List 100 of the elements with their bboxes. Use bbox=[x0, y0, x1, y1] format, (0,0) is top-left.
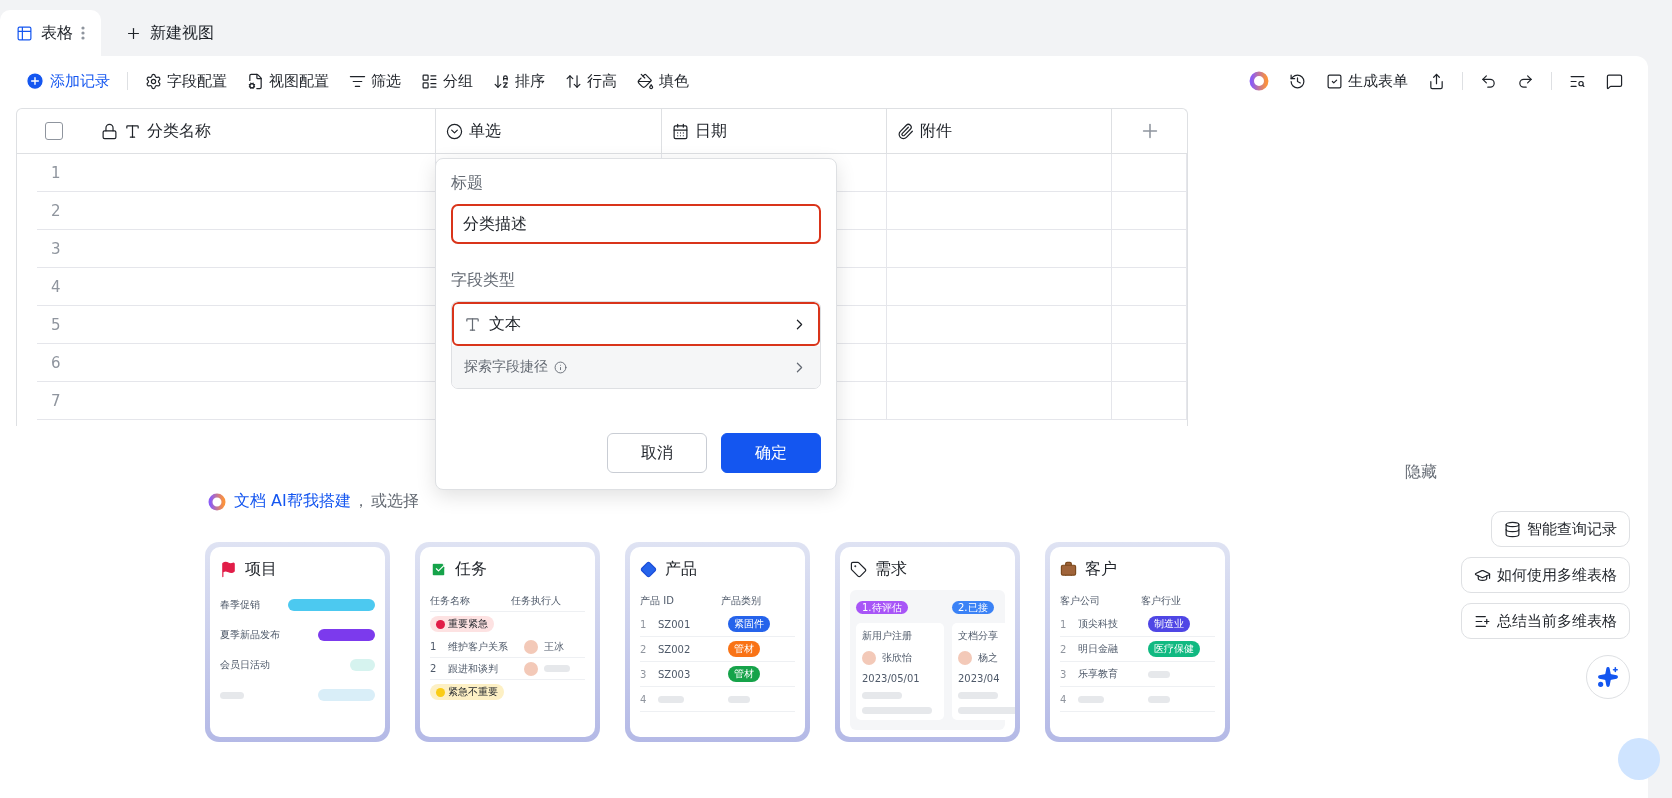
column-header[interactable]: 日期 bbox=[662, 109, 887, 154]
avatar-icon[interactable] bbox=[1618, 738, 1660, 780]
paint-bucket-icon bbox=[637, 72, 654, 90]
category-tag: 紧固件 bbox=[728, 616, 770, 632]
row-number: 4 bbox=[640, 693, 648, 705]
toolbar-button[interactable]: 填色 bbox=[630, 67, 696, 95]
table-cell[interactable] bbox=[887, 192, 1112, 230]
category-tag: 制造业 bbox=[1148, 616, 1190, 632]
toolbar-button[interactable]: 分组 bbox=[414, 67, 480, 95]
row-number: 2 bbox=[430, 663, 438, 674]
task-label: 会员日活动 bbox=[220, 658, 271, 672]
toolbar-button[interactable]: 筛选 bbox=[342, 67, 408, 95]
table-cell[interactable] bbox=[1112, 306, 1187, 344]
column-header[interactable]: 分类名称 bbox=[91, 109, 436, 154]
ai-assistant-button[interactable] bbox=[1586, 655, 1630, 699]
toolbar-button[interactable]: 字段配置 bbox=[138, 67, 234, 95]
assistant-button[interactable]: 智能查询记录 bbox=[1491, 511, 1630, 547]
table-cell[interactable] bbox=[887, 344, 1112, 382]
view-tab[interactable]: 表格 bbox=[0, 10, 101, 56]
table-cell[interactable] bbox=[1112, 344, 1187, 382]
table-cell[interactable] bbox=[1112, 382, 1187, 420]
toolbar-button[interactable]: 排序 bbox=[486, 67, 552, 95]
row-number: 3 bbox=[640, 668, 648, 680]
template-card[interactable]: 项目 春季促销 夏季新品发布 会员日活动 bbox=[205, 542, 390, 742]
database-icon bbox=[1504, 520, 1521, 538]
select-all-checkbox[interactable] bbox=[45, 122, 63, 140]
plus-circle-icon bbox=[25, 71, 45, 91]
confirm-button[interactable]: 确定 bbox=[721, 433, 821, 473]
text-type-icon bbox=[124, 122, 141, 140]
column-header: 任务名称 bbox=[430, 593, 471, 608]
placeholder-bar bbox=[544, 665, 570, 672]
history-icon bbox=[1289, 72, 1306, 90]
title-input[interactable]: 分类描述 bbox=[451, 204, 821, 244]
view-tab[interactable]: 新建视图 bbox=[109, 10, 230, 56]
toolbar-button[interactable]: 视图配置 bbox=[240, 67, 336, 95]
table-cell[interactable] bbox=[887, 382, 1112, 420]
cancel-button[interactable]: 取消 bbox=[607, 433, 707, 473]
priority-tag: 紧急不重要 bbox=[430, 684, 504, 700]
toolbar-button[interactable]: 行高 bbox=[558, 67, 624, 95]
diamond-icon bbox=[640, 561, 657, 578]
person-name: 杨之 bbox=[978, 651, 998, 665]
row-number: 1 bbox=[640, 618, 648, 630]
assistant-button[interactable]: 如何使用多维表格 bbox=[1461, 557, 1630, 593]
table-cell[interactable] bbox=[1112, 192, 1187, 230]
task-label: 春季促销 bbox=[220, 598, 261, 612]
placeholder-bar bbox=[958, 707, 1015, 714]
person-name: 王冰 bbox=[544, 639, 564, 654]
flag-icon bbox=[220, 561, 237, 578]
assistant-button[interactable]: 总结当前多维表格 bbox=[1461, 603, 1630, 639]
template-card[interactable]: 产品 产品 ID 产品类别 1 SZ001 紧固件 2 SZ002 管材 3 SZ003 管材 4 bbox=[625, 542, 810, 742]
row-number: 7 bbox=[51, 391, 61, 410]
info-icon bbox=[554, 360, 567, 374]
card-title: 文档分享 bbox=[958, 629, 999, 643]
row-number: 1 bbox=[51, 163, 61, 182]
table-cell-text: 顶尖科技 bbox=[1078, 617, 1119, 631]
column-header: 客户行业 bbox=[1140, 594, 1182, 608]
placeholder-bar bbox=[1148, 695, 1170, 703]
card-title: 任务 bbox=[455, 559, 487, 580]
avatar-icon bbox=[862, 651, 876, 665]
category-tag: 管材 bbox=[728, 641, 760, 657]
table-cell[interactable] bbox=[1112, 268, 1187, 306]
column-header[interactable]: 附件 bbox=[887, 109, 1112, 154]
choose-text: 或选择 bbox=[370, 491, 419, 512]
tag-icon bbox=[850, 561, 867, 578]
column-header: 任务执行人 bbox=[510, 593, 562, 608]
table-cell[interactable] bbox=[887, 306, 1112, 344]
explore-shortcut-row[interactable]: 探索字段捷径 bbox=[452, 346, 820, 388]
document-gear-icon bbox=[247, 72, 264, 90]
task-label: 夏季新品发布 bbox=[220, 628, 281, 642]
column-header: 产品 ID bbox=[640, 594, 675, 608]
more-icon[interactable] bbox=[81, 26, 85, 40]
toolbar-button[interactable]: 生成表单 bbox=[1319, 67, 1415, 95]
card-title: 新用户注册 bbox=[862, 629, 913, 643]
comma-text: ， bbox=[352, 491, 369, 512]
placeholder-bar bbox=[1148, 670, 1170, 678]
table-cell[interactable] bbox=[887, 154, 1112, 192]
briefcase-icon bbox=[1060, 561, 1077, 578]
field-type-select[interactable]: 文本 bbox=[452, 302, 820, 346]
row-number: 2 bbox=[51, 201, 61, 220]
table-cell[interactable] bbox=[887, 268, 1112, 306]
hide-link[interactable]: 隐藏 bbox=[1405, 462, 1437, 483]
row-height-icon bbox=[565, 72, 582, 90]
column-header: 客户公司 bbox=[1060, 594, 1101, 608]
table-cell-text: 乐享教育 bbox=[1078, 667, 1119, 681]
template-card[interactable]: 客户 客户公司 客户行业 1 顶尖科技 制造业 2 明日金融 医疗保健 3 乐享教育 4 bbox=[1045, 542, 1230, 742]
row-number: 1 bbox=[430, 641, 438, 652]
column-header[interactable]: 单选 bbox=[436, 109, 662, 154]
sparkle-icon bbox=[1597, 666, 1619, 688]
toolbar-button[interactable]: 添加记录 bbox=[18, 67, 117, 95]
date-text: 2023/04 bbox=[958, 673, 1001, 684]
lock-icon bbox=[101, 122, 118, 140]
row-number: 2 bbox=[1060, 643, 1068, 655]
table-cell[interactable] bbox=[1112, 154, 1187, 192]
row-number: 2 bbox=[640, 643, 648, 655]
sort-icon bbox=[493, 72, 510, 90]
template-card[interactable]: 需求 1.待评估 新用户注册 张欣怡 2023/05/01 2.已接 文档分享 杨之 2023/04 bbox=[835, 542, 1020, 742]
template-card[interactable]: 任务 任务名称 任务执行人 重要紧急 1 维护客户关系 王冰 2 跟进和谈判 紧急不重要 bbox=[415, 542, 600, 742]
ai-build-link[interactable]: 文档 AI帮我搭建 bbox=[234, 491, 351, 512]
table-cell[interactable] bbox=[1112, 230, 1187, 268]
table-cell[interactable] bbox=[887, 230, 1112, 268]
